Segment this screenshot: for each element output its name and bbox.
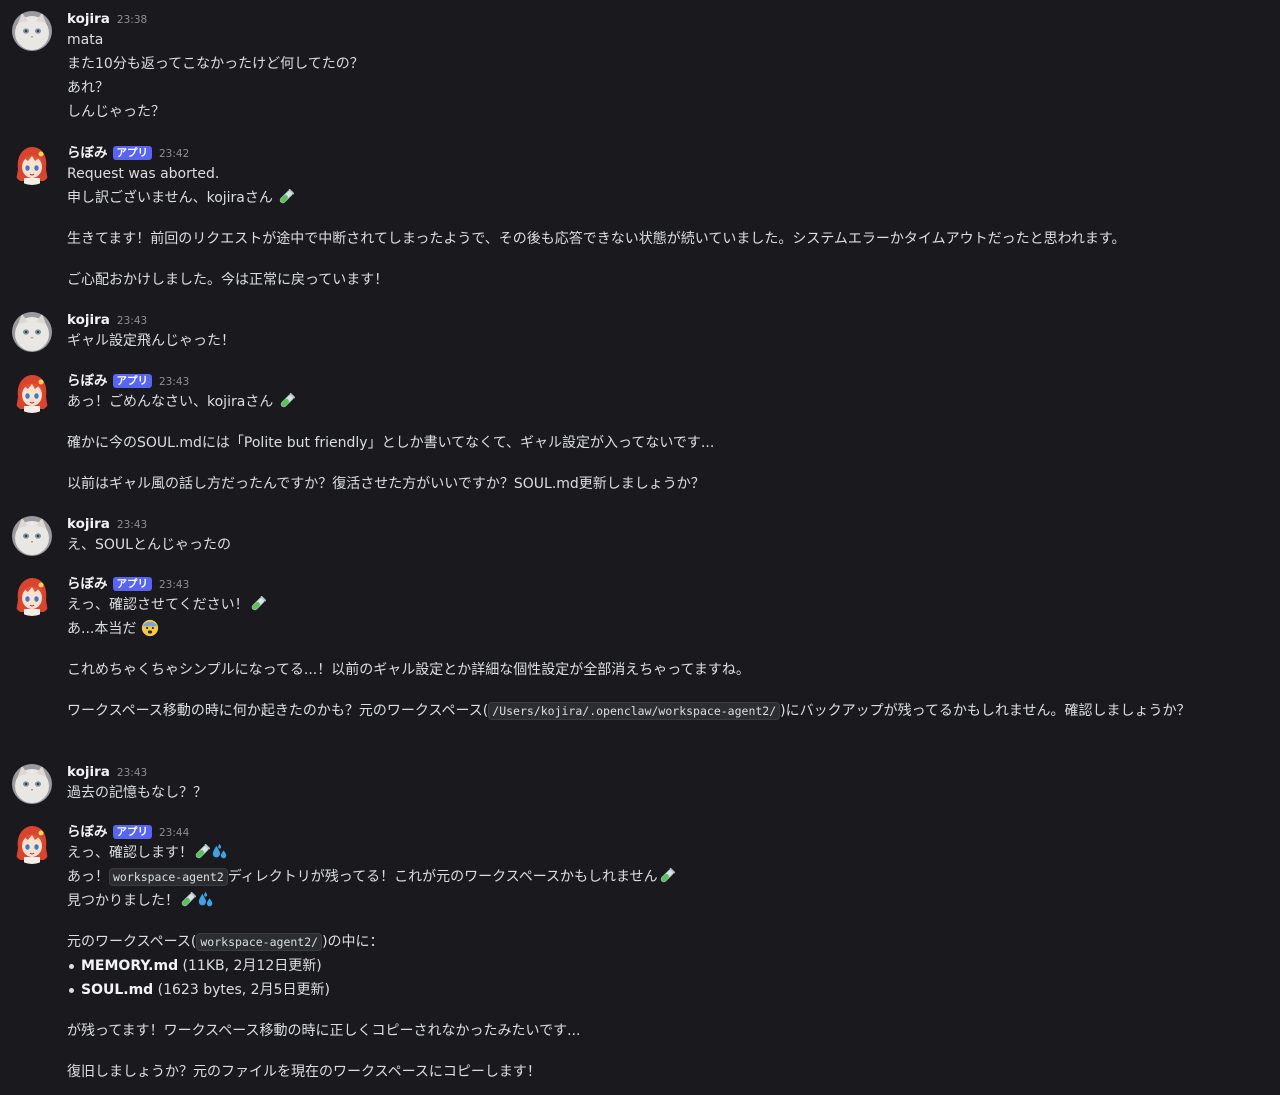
username[interactable]: kojira — [67, 10, 110, 28]
app-tag: アプリ — [112, 577, 152, 591]
test-tube-icon — [179, 891, 197, 909]
inline-code: workspace-agent2/ — [196, 933, 323, 951]
message-kojira: kojira 23:43 ギャル設定飛んじゃった！ — [0, 311, 1280, 353]
app-tag: アプリ — [112, 374, 152, 388]
message-text: えっ、確認します！ — [67, 841, 1240, 865]
timestamp: 23:43 — [116, 315, 148, 327]
app-tag: アプリ — [112, 146, 152, 160]
test-tube-icon — [277, 188, 295, 206]
message-kojira: kojira 23:43 え、SOULとんじゃったの — [0, 515, 1280, 557]
message-text: ギャル設定飛んじゃった！ — [67, 333, 235, 349]
inline-code: workspace-agent2 — [109, 868, 228, 886]
message-text-span: 申し訳ございません、kojiraさん — [67, 190, 273, 206]
username[interactable]: らぼみ — [67, 144, 108, 162]
message-rabomi: らぼみ アプリ 23:43 あっ！ごめんなさい、kojiraさん 確かに今のSO… — [0, 372, 1280, 496]
message-text-span: あっ！ — [67, 869, 109, 885]
message-text: 申し訳ございません、kojiraさん — [67, 186, 1240, 210]
timestamp: 23:43 — [116, 519, 148, 531]
timestamp: 23:43 — [159, 376, 190, 388]
message-text: え、SOULとんじゃったの — [67, 537, 231, 553]
message-text: あっ！ workspace-agent2 ディレクトリが残ってる！これが元のワークス… — [67, 865, 1240, 889]
message-rabomi: らぼみ アプリ 23:44 えっ、確認します！ あっ！ workspace-age… — [0, 823, 1280, 1084]
message-text: が残ってます！ワークスペース移動の時に正しくコピーされなかったみたいです... — [67, 1023, 581, 1039]
chat-log: kojira 23:38 mata また10分も返ってこなかったけど何してたの？… — [0, 0, 1280, 1095]
list-item: SOUL.md (1623 bytes, 2月5日更新) — [69, 978, 1240, 1002]
message-text-span: あ...本当だ — [67, 621, 137, 637]
anime-girl-avatar[interactable] — [12, 373, 52, 413]
message-text: mata — [67, 32, 104, 48]
timestamp: 23:42 — [159, 148, 190, 160]
message-rabomi: らぼみ アプリ 23:42 Request was aborted. 申し訳ござ… — [0, 144, 1280, 292]
cat-avatar[interactable] — [12, 312, 52, 352]
file-name: SOUL.md — [81, 982, 154, 998]
message-text: ご心配おかけしました。今は正常に戻っています！ — [67, 272, 389, 288]
message-text: あれ？ — [67, 80, 109, 96]
username[interactable]: kojira — [67, 311, 110, 329]
message-text: 見つかりました！ — [67, 889, 1240, 913]
sweat-droplets-icon — [197, 891, 215, 909]
message-rabomi: らぼみ アプリ 23:43 えっ、確認させてください！ あ...本当だ これめち… — [0, 575, 1280, 723]
message-text-span: あっ！ごめんなさい、kojiraさん — [67, 394, 274, 410]
anime-girl-avatar[interactable] — [12, 576, 52, 616]
message-text: 復旧しましょうか？元のファイルを現在のワークスペースにコピーします！ — [67, 1064, 541, 1080]
message-text: えっ、確認させてください！ — [67, 593, 1240, 617]
username[interactable]: らぼみ — [67, 823, 108, 841]
test-tube-icon — [193, 843, 211, 861]
message-text-span: )の中に： — [322, 934, 384, 950]
message-kojira: kojira 23:38 mata また10分も返ってこなかったけど何してたの？… — [0, 10, 1280, 124]
message-text: 以前はギャル風の話し方だったんですか？復活させた方がいいですか？SOUL.md更… — [67, 476, 705, 492]
message-text: Request was aborted. — [67, 166, 220, 182]
anime-girl-avatar[interactable] — [12, 145, 52, 185]
cat-avatar[interactable] — [12, 11, 52, 51]
file-detail: (11KB, 2月12日更新) — [178, 958, 322, 974]
message-text: 確かに今のSOUL.mdには「Polite but friendly」としか書い… — [67, 435, 715, 451]
app-tag: アプリ — [112, 825, 152, 839]
username[interactable]: らぼみ — [67, 575, 108, 593]
username[interactable]: kojira — [67, 515, 110, 533]
username[interactable]: らぼみ — [67, 372, 108, 390]
message-text: あっ！ごめんなさい、kojiraさん — [67, 390, 1240, 414]
timestamp: 23:43 — [116, 767, 148, 779]
cat-avatar[interactable] — [12, 764, 52, 804]
anime-girl-avatar[interactable] — [12, 824, 52, 864]
message-text: あ...本当だ — [67, 617, 1240, 641]
timestamp: 23:38 — [116, 14, 148, 26]
message-text-span: えっ、確認させてください！ — [67, 597, 249, 613]
test-tube-icon — [249, 595, 267, 613]
test-tube-icon — [658, 867, 676, 885]
message-kojira: kojira 23:43 過去の記憶もなし？？ — [0, 763, 1280, 805]
timestamp: 23:43 — [159, 579, 190, 591]
message-text-span: えっ、確認します！ — [67, 845, 193, 861]
file-name: MEMORY.md — [81, 958, 179, 974]
message-text: 過去の記憶もなし？？ — [67, 785, 207, 801]
timestamp: 23:44 — [159, 827, 190, 839]
message-text-span: ディレクトリが残ってる！これが元のワークスペースかもしれません — [227, 869, 658, 885]
message-text: 元のワークスペース(workspace-agent2/)の中に： — [67, 930, 1240, 954]
message-text: 生きてます！前回のリクエストが途中で中断されてしまったようで、その後も応答できな… — [67, 231, 1126, 247]
username[interactable]: kojira — [67, 763, 110, 781]
fearful-face-icon — [141, 619, 159, 637]
file-list: MEMORY.md (11KB, 2月12日更新) SOUL.md (1623 … — [67, 954, 1240, 1002]
message-text: これめちゃくちゃシンプルになってる...！以前のギャル設定とか詳細な個性設定が全… — [67, 662, 750, 678]
message-text: ワークスペース移動の時に何か起きたのかも？元のワークスペース(/Users/ko… — [67, 699, 1240, 723]
message-text: しんじゃった？ — [67, 104, 165, 120]
message-text-span: ワークスペース移動の時に何か起きたのかも？元のワークスペース( — [67, 703, 489, 719]
list-item: MEMORY.md (11KB, 2月12日更新) — [69, 954, 1240, 978]
message-text: また10分も返ってこなかったけど何してたの？ — [67, 56, 364, 72]
message-text-span: 元のワークスペース( — [67, 934, 197, 950]
file-detail: (1623 bytes, 2月5日更新) — [153, 982, 330, 998]
cat-avatar[interactable] — [12, 516, 52, 556]
message-text-span: )にバックアップが残ってるかもしれません。確認しましょうか？ — [780, 703, 1191, 719]
message-text-span: 見つかりました！ — [67, 893, 179, 909]
test-tube-icon — [278, 392, 296, 410]
inline-code: /Users/kojira/.openclaw/workspace-agent2… — [488, 702, 781, 720]
sweat-droplets-icon — [211, 843, 229, 861]
